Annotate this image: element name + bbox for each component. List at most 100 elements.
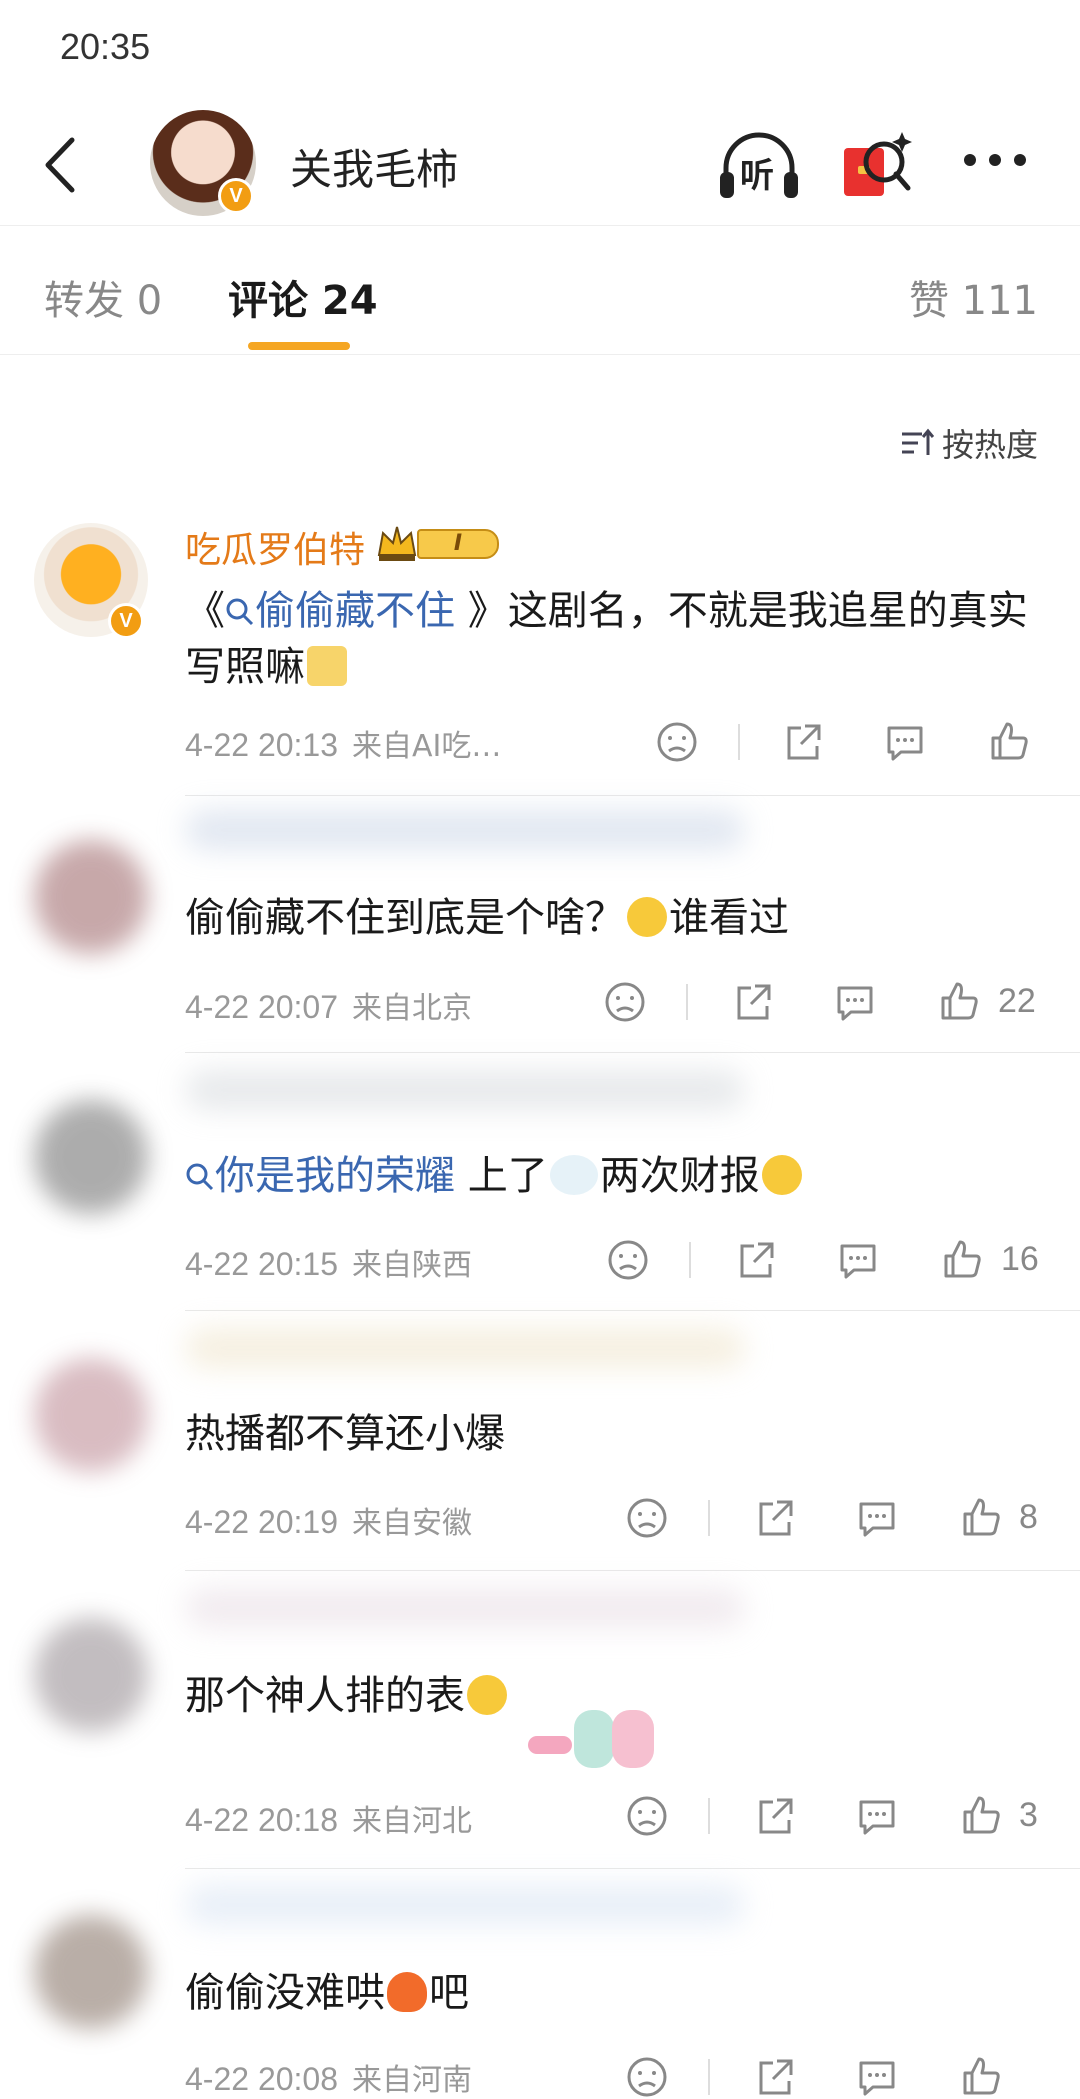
reply-icon[interactable] bbox=[855, 2055, 899, 2099]
reply-icon[interactable] bbox=[855, 1794, 899, 1838]
comment-time: 4-22 20:18 bbox=[185, 1802, 339, 1838]
page-title[interactable]: 关我毛柿 bbox=[290, 136, 458, 197]
comment-time: 4-22 20:13 bbox=[185, 727, 339, 763]
topic-label: 你是我的荣耀 bbox=[215, 1153, 455, 1199]
comment-time: 4-22 20:08 bbox=[185, 2061, 339, 2097]
like-icon[interactable] bbox=[940, 1238, 984, 1282]
level-badge-label: I bbox=[417, 529, 499, 559]
commenter-avatar-blurred[interactable] bbox=[34, 1618, 148, 1732]
tab-reposts[interactable]: 转发 0 bbox=[44, 268, 162, 326]
fire-icon bbox=[387, 1972, 427, 2012]
tab-comments[interactable]: 评论 24 bbox=[228, 268, 378, 326]
dislike-face-icon[interactable] bbox=[655, 720, 699, 764]
comment-text-tail: 两次财报 bbox=[599, 1153, 760, 1199]
share-icon[interactable] bbox=[753, 1794, 797, 1838]
laugh-cry-emoji-icon bbox=[627, 897, 667, 937]
comment-actions: 3 bbox=[625, 1794, 1045, 1838]
comment-text-tail: 吧 bbox=[429, 1970, 469, 2016]
like-icon[interactable] bbox=[937, 980, 981, 1024]
commenter-avatar-blurred[interactable] bbox=[34, 1100, 148, 1214]
like-icon[interactable] bbox=[987, 720, 1031, 764]
sort-button[interactable]: 按热度 bbox=[900, 420, 1038, 466]
reply-icon[interactable] bbox=[836, 1238, 880, 1282]
dislike-face-icon[interactable] bbox=[603, 980, 647, 1024]
reply-icon[interactable] bbox=[883, 720, 927, 764]
comment-divider bbox=[185, 1052, 1080, 1053]
share-icon[interactable] bbox=[731, 980, 775, 1024]
reply-icon[interactable] bbox=[833, 980, 877, 1024]
like-icon[interactable] bbox=[959, 1496, 1003, 1540]
comment-text-body: 偷偷没难哄 bbox=[185, 1970, 385, 2016]
comment-text-prefix: 《 bbox=[185, 588, 225, 634]
chevron-left-icon bbox=[45, 137, 75, 193]
comment-divider bbox=[185, 795, 1080, 796]
comment-actions bbox=[625, 2055, 1045, 2099]
commenter-name-blurred bbox=[185, 1885, 745, 1925]
comment-source: 来自北京 bbox=[352, 991, 473, 1026]
dislike-face-icon[interactable] bbox=[625, 1496, 669, 1540]
commenter-avatar-blurred[interactable] bbox=[34, 1358, 148, 1472]
sticker-image bbox=[528, 1706, 656, 1772]
commenter-name[interactable]: 吃瓜罗伯特 bbox=[185, 521, 365, 573]
topic-link[interactable]: 偷偷藏不住 bbox=[225, 588, 455, 634]
comment-meta: 4-22 20:08 来自河南 bbox=[185, 2055, 472, 2099]
verified-badge: V bbox=[218, 178, 254, 214]
nav-header: V 关我毛柿 听 bbox=[0, 100, 1080, 225]
commenter-name-blurred bbox=[185, 1328, 745, 1368]
reply-icon[interactable] bbox=[855, 1496, 899, 1540]
comment-source: 来自河北 bbox=[352, 1804, 473, 1839]
sort-label: 按热度 bbox=[941, 426, 1038, 464]
comment-text: 热播都不算还小爆 bbox=[185, 1406, 1045, 1462]
tab-likes[interactable]: 赞 111 bbox=[909, 268, 1038, 326]
listen-button[interactable]: 听 bbox=[716, 128, 802, 204]
like-count: 16 bbox=[1001, 1240, 1039, 1278]
sort-icon bbox=[901, 428, 934, 455]
share-icon[interactable] bbox=[753, 2055, 797, 2099]
commenter-name-blurred bbox=[185, 810, 745, 850]
like-count: 8 bbox=[1019, 1498, 1038, 1536]
comment-time: 4-22 20:15 bbox=[185, 1246, 339, 1282]
commenter-avatar-blurred[interactable] bbox=[34, 840, 148, 954]
comment-meta: 4-22 20:19 来自安徽 bbox=[185, 1498, 472, 1542]
comment-source: 来自河南 bbox=[352, 2063, 473, 2098]
action-separator bbox=[738, 724, 740, 760]
comment-meta: 4-22 20:07 来自北京 bbox=[185, 983, 472, 1027]
back-button[interactable] bbox=[38, 130, 88, 200]
comment-text-mid: 上了 bbox=[455, 1153, 548, 1199]
share-icon[interactable] bbox=[781, 720, 825, 764]
topic-label: 偷偷藏不住 bbox=[255, 588, 455, 634]
crown-icon bbox=[377, 526, 417, 561]
comment-text-body: 热播都不算还小爆 bbox=[185, 1411, 505, 1457]
share-icon[interactable] bbox=[734, 1238, 778, 1282]
red-packet-search-icon bbox=[844, 132, 912, 196]
comment-time: 4-22 20:07 bbox=[185, 989, 339, 1025]
dislike-face-icon[interactable] bbox=[606, 1238, 650, 1282]
search-icon bbox=[226, 598, 254, 626]
like-icon[interactable] bbox=[959, 2055, 1003, 2099]
commenter-avatar-blurred[interactable] bbox=[34, 1915, 148, 2029]
dislike-face-icon[interactable] bbox=[625, 1794, 669, 1838]
share-icon[interactable] bbox=[753, 1496, 797, 1540]
comment-source: 来自AI吃… bbox=[352, 729, 502, 764]
comment-actions bbox=[655, 720, 1035, 764]
dislike-face-icon[interactable] bbox=[625, 2055, 669, 2099]
comment-text: 偷偷藏不住到底是个啥？ 谁看过 bbox=[185, 890, 1045, 946]
action-separator bbox=[689, 1242, 691, 1278]
comment-divider bbox=[185, 1868, 1080, 1869]
more-dots-icon bbox=[964, 154, 1026, 166]
topic-link[interactable]: 你是我的荣耀 bbox=[185, 1153, 455, 1199]
comment-time: 4-22 20:19 bbox=[185, 1504, 339, 1540]
like-icon[interactable] bbox=[959, 1794, 1003, 1838]
action-separator bbox=[686, 984, 688, 1020]
red-packet-search-button[interactable] bbox=[840, 128, 920, 204]
more-button[interactable] bbox=[960, 150, 1030, 170]
comment-meta: 4-22 20:18 来自河北 bbox=[185, 1796, 472, 1840]
action-separator bbox=[708, 2059, 710, 2095]
listen-label: 听 bbox=[740, 156, 774, 196]
action-separator bbox=[708, 1798, 710, 1834]
comment-source: 来自安徽 bbox=[352, 1506, 473, 1541]
comment-text: 你是我的荣耀 上了 两次财报 bbox=[185, 1148, 1045, 1204]
comment-text-tail: 谁看过 bbox=[669, 895, 789, 941]
comment-source: 来自陕西 bbox=[352, 1248, 473, 1283]
status-bar: 20:35 bbox=[0, 0, 1080, 95]
